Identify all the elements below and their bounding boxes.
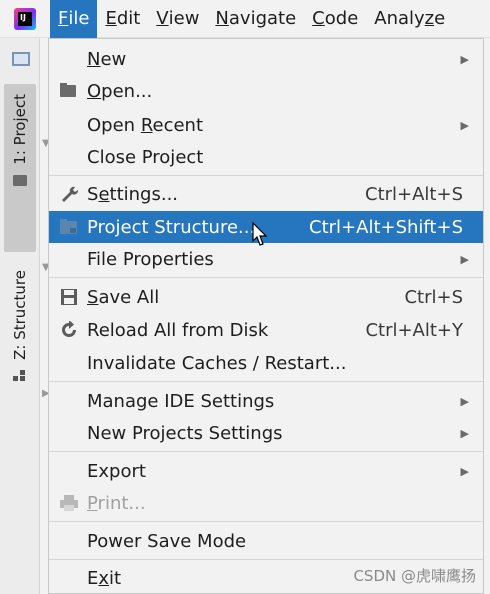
submenu-arrow-icon: ▶	[460, 252, 469, 266]
menu-item-reload-from-disk[interactable]: Reload All from Disk Ctrl+Alt+Y	[49, 314, 483, 346]
submenu-arrow-icon: ▶	[460, 464, 469, 478]
menu-view[interactable]: View	[148, 0, 207, 38]
project-tool-tab[interactable]: 1: Project	[4, 84, 36, 252]
print-icon	[59, 494, 79, 512]
project-tab-label: 1: Project	[11, 94, 29, 165]
structure-icon	[13, 369, 27, 382]
menu-item-export[interactable]: Export ▶	[49, 455, 483, 487]
menu-item-new-projects-settings[interactable]: New Projects Settings ▶	[49, 417, 483, 449]
submenu-arrow-icon: ▶	[460, 118, 469, 132]
menu-item-print: Print...	[49, 487, 483, 519]
submenu-arrow-icon: ▶	[460, 52, 469, 66]
folder-open-icon	[59, 82, 79, 100]
submenu-arrow-icon: ▶	[460, 394, 469, 408]
watermark: CSDN @虎啸鹰扬	[353, 567, 476, 585]
structure-tool-tab[interactable]: Z: Structure	[4, 260, 36, 400]
intellij-app-icon[interactable]: IJ	[14, 7, 36, 30]
mouse-cursor-icon	[252, 222, 268, 246]
menu-item-save-all[interactable]: Save All Ctrl+S	[49, 281, 483, 313]
window-icon[interactable]	[12, 52, 30, 66]
menu-item-power-save-mode[interactable]: Power Save Mode	[49, 525, 483, 557]
menu-separator	[49, 521, 483, 522]
menu-separator	[49, 277, 483, 278]
menu-separator	[49, 175, 483, 176]
menu-separator	[49, 559, 483, 560]
menu-bar: IJ File Edit View Navigate Code Analy z e	[0, 0, 490, 38]
menu-separator	[49, 381, 483, 382]
folder-icon	[13, 174, 27, 186]
menu-item-invalidate-caches[interactable]: Invalidate Caches / Restart...	[49, 347, 483, 379]
menu-item-new[interactable]: New ▶	[49, 43, 483, 75]
menu-item-open-recent[interactable]: Open Recent ▶	[49, 109, 483, 141]
menu-navigate[interactable]: Navigate	[207, 0, 304, 38]
menu-item-settings[interactable]: Settings... Ctrl+Alt+S	[49, 178, 483, 210]
file-menu-dropdown: New ▶ Open... Open Recent ▶ Close Projec…	[48, 38, 484, 594]
wrench-icon	[59, 185, 79, 203]
menu-code[interactable]: Code	[304, 0, 366, 38]
menu-analyze[interactable]: Analy z e	[366, 0, 453, 38]
reload-icon	[59, 320, 79, 339]
menu-separator	[49, 451, 483, 452]
menu-item-close-project[interactable]: Close Project	[49, 141, 483, 173]
project-structure-icon	[59, 218, 79, 236]
menu-item-manage-ide-settings[interactable]: Manage IDE Settings ▶	[49, 385, 483, 417]
menu-edit[interactable]: Edit	[97, 0, 148, 38]
structure-tab-label: Z: Structure	[11, 270, 29, 360]
menu-item-open[interactable]: Open...	[49, 75, 483, 107]
submenu-arrow-icon: ▶	[460, 426, 469, 440]
tool-window-strip: 1: Project Z: Structure	[0, 38, 40, 594]
save-icon	[59, 288, 79, 306]
menu-file[interactable]: File	[50, 0, 98, 38]
